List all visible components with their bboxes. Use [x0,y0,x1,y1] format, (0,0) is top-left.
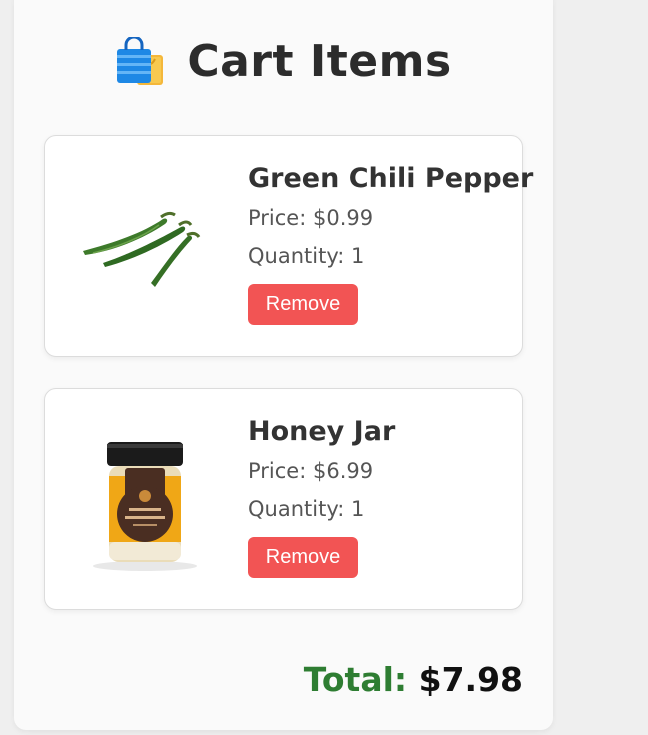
item-quantity: Quantity: 1 [248,244,365,268]
page-title: Cart Items [187,36,452,87]
item-info: Honey Jar Price: $6.99 Quantity: 1 Remov… [248,416,395,578]
shopping-bags-icon [117,36,164,85]
cart-item-card: Honey Jar Price: $6.99 Quantity: 1 Remov… [44,388,523,610]
total-value: $7.98 [418,660,523,699]
item-name: Honey Jar [248,416,396,447]
cart-item-card: Green Chili Pepper Price: $0.99 Quantity… [44,135,533,357]
item-quantity: Quantity: 1 [248,497,365,521]
remove-button[interactable]: Remove [248,284,358,325]
item-price: Price: $0.99 [248,206,374,230]
cart-total: Total: $7.98 [304,660,523,699]
item-info: Green Chili Pepper Price: $0.99 Quantity… [248,163,533,325]
green-chili-pepper-image [83,211,201,287]
honey-jar-image [93,442,197,571]
total-label: Total: [303,660,408,699]
remove-button[interactable]: Remove [248,537,358,578]
cart-panel: Cart Items Green Chili Pepper Price: $0.… [14,0,553,730]
cart-header: Cart Items [14,36,553,87]
item-price: Price: $6.99 [248,459,374,483]
item-name: Green Chili Pepper [248,163,534,194]
